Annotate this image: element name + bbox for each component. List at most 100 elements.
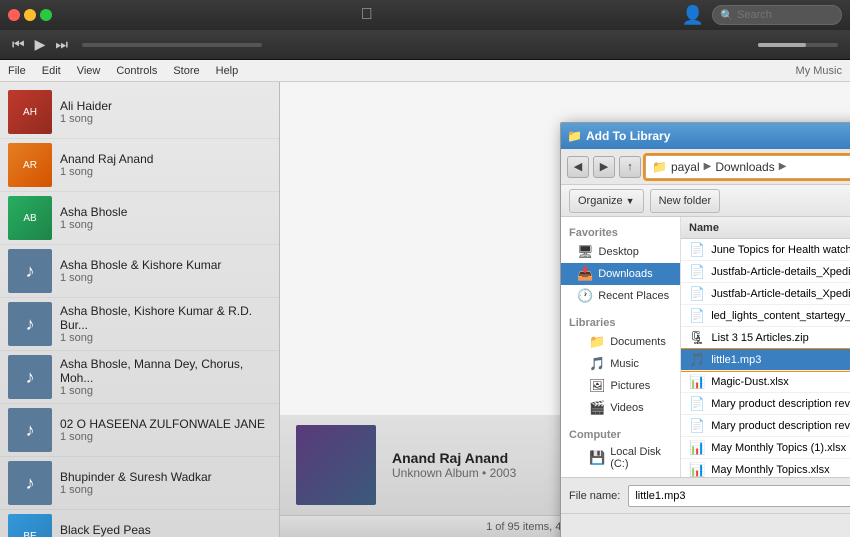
- menu-view[interactable]: View: [77, 65, 101, 77]
- close-button[interactable]: [8, 9, 20, 21]
- artist-name: Black Eyed Peas: [60, 523, 271, 537]
- artist-songs: 1 song: [60, 385, 271, 397]
- content-area: Anand Raj Anand Unknown Album • 2003 ♡ 1…: [280, 82, 850, 537]
- recent-icon: 🕐: [577, 288, 593, 304]
- play-button[interactable]: ▶: [35, 36, 46, 53]
- file-name: led_lights_content_startegy_1.x...: [711, 310, 850, 322]
- list-item[interactable]: AH Ali Haider 1 song: [0, 86, 279, 139]
- dialog-title: Add To Library: [586, 129, 850, 143]
- title-bar-center: : [58, 6, 676, 24]
- new-folder-button[interactable]: New folder: [650, 189, 721, 213]
- filename-label: File name:: [569, 490, 620, 502]
- artist-info: Asha Bhosle & Kishore Kumar 1 song: [60, 258, 271, 284]
- xls-icon: 📊: [689, 462, 705, 478]
- xls-icon: 📊: [689, 374, 705, 390]
- window-controls: [8, 9, 52, 21]
- file-item[interactable]: 📄 led_lights_content_startegy_1.x...: [681, 305, 850, 327]
- artist-thumb: AH: [8, 90, 52, 134]
- artist-thumb: BE: [8, 514, 52, 537]
- file-name: Magic-Dust.xlsx: [711, 376, 850, 388]
- action-bar: Open ▼ Cancel: [561, 513, 850, 537]
- forward-button[interactable]: ▶: [593, 156, 615, 178]
- libraries-section: Libraries 📁 Documents 🎵 Music 🖼: [561, 315, 680, 419]
- path-payal: payal: [671, 160, 700, 174]
- nav-desktop[interactable]: 🖥 Desktop: [561, 241, 680, 263]
- file-item[interactable]: 📄 Mary product description rev...(: [681, 393, 850, 415]
- file-item[interactable]: 📄 Mary product description rev...(: [681, 415, 850, 437]
- volume-slider[interactable]: [758, 43, 838, 47]
- artist-songs: 1 song: [60, 219, 271, 231]
- organize-button[interactable]: Organize ▼: [569, 189, 644, 213]
- nav-documents[interactable]: 📁 Documents: [561, 331, 680, 353]
- list-item[interactable]: AB Asha Bhosle 1 song: [0, 192, 279, 245]
- file-name: Justfab-Article-details_Xpedien...: [711, 266, 850, 278]
- nav-videos[interactable]: 🎬 Videos: [561, 397, 680, 419]
- artist-thumb: ♪: [8, 302, 52, 346]
- nav-downloads[interactable]: 📥 Downloads: [561, 263, 680, 285]
- next-button[interactable]: ⏭: [55, 36, 68, 53]
- dialog-icon: 📁: [567, 129, 582, 143]
- artist-thumb: ♪: [8, 249, 52, 293]
- back-button[interactable]: ◀: [567, 156, 589, 178]
- menu-controls[interactable]: Controls: [116, 65, 157, 77]
- file-item[interactable]: 📊 May Monthly Topics.xlsx: [681, 459, 850, 477]
- libraries-header: Libraries: [561, 315, 680, 331]
- zip-icon: 🗜: [689, 330, 706, 346]
- artist-thumb: ♪: [8, 408, 52, 452]
- artist-name: Asha Bhosle: [60, 205, 271, 219]
- file-item[interactable]: 📊 May Monthly Topics (1).xlsx: [681, 437, 850, 459]
- file-name: June Topics for Health watch -: [711, 244, 850, 256]
- documents-icon: 📁: [589, 334, 605, 350]
- name-column-header[interactable]: Name: [689, 222, 850, 234]
- list-item[interactable]: ♪ Bhupinder & Suresh Wadkar 1 song: [0, 457, 279, 510]
- prev-button[interactable]: ⏮: [12, 36, 25, 53]
- filename-input[interactable]: [628, 485, 850, 507]
- file-item[interactable]: 📊 Magic-Dust.xlsx: [681, 371, 850, 393]
- artist-info: Ali Haider 1 song: [60, 99, 271, 125]
- file-item[interactable]: 📄 Justfab-Article-details_Xpedien...: [681, 261, 850, 283]
- nav-local-disk[interactable]: 💾 Local Disk (C:): [561, 443, 680, 473]
- path-arrow2: ▶: [779, 161, 787, 172]
- menu-file[interactable]: File: [8, 65, 26, 77]
- xls-icon: 📊: [689, 440, 705, 456]
- file-item[interactable]: 🗜 List 3 15 Articles.zip: [681, 327, 850, 349]
- list-item[interactable]: ♪ Asha Bhosle, Manna Dey, Chorus, Moh...…: [0, 351, 279, 404]
- refresh-button[interactable]: ↑: [619, 156, 641, 178]
- artist-name: Bhupinder & Suresh Wadkar: [60, 470, 271, 484]
- progress-bar[interactable]: [82, 43, 262, 47]
- menu-edit[interactable]: Edit: [42, 65, 61, 77]
- file-name: Mary product description rev...(: [711, 420, 850, 432]
- desktop-icon: 🖥: [577, 244, 594, 260]
- nav-panel: Favorites 🖥 Desktop 📥 Downloads 🕐: [561, 217, 681, 477]
- menu-store[interactable]: Store: [173, 65, 199, 77]
- nav-music[interactable]: 🎵 Music: [561, 353, 680, 375]
- file-name: List 3 15 Articles.zip: [712, 332, 850, 344]
- volume-fill: [758, 43, 806, 47]
- menu-bar: File Edit View Controls Store Help My Mu…: [0, 60, 850, 82]
- file-item-selected[interactable]: 🎵 little1.mp3: [681, 349, 850, 371]
- album-art: [296, 425, 376, 505]
- maximize-button[interactable]: [40, 9, 52, 21]
- artist-name: Asha Bhosle, Manna Dey, Chorus, Moh...: [60, 357, 271, 385]
- list-item[interactable]: ♪ Asha Bhosle, Kishore Kumar & R.D. Bur.…: [0, 298, 279, 351]
- artist-info: Bhupinder & Suresh Wadkar 1 song: [60, 470, 271, 496]
- artist-info: 02 O HASEENA ZULFONWALE JANE 1 song: [60, 417, 271, 443]
- minimize-button[interactable]: [24, 9, 36, 21]
- file-item[interactable]: 📄 Justfab-Article-details_Xpedien...: [681, 283, 850, 305]
- file-item[interactable]: 📄 June Topics for Health watch -: [681, 239, 850, 261]
- artist-songs: 1 song: [60, 113, 271, 125]
- artist-list: AH Ali Haider 1 song AR Anand Raj Anand …: [0, 82, 279, 537]
- menu-help[interactable]: Help: [216, 65, 239, 77]
- list-item[interactable]: ♪ 02 O HASEENA ZULFONWALE JANE 1 song: [0, 404, 279, 457]
- artist-songs: 1 song: [60, 431, 271, 443]
- address-path[interactable]: 📁 payal ▶ Downloads ▶: [645, 155, 850, 179]
- file-name: Mary product description rev...(: [711, 398, 850, 410]
- nav-pictures[interactable]: 🖼 Pictures: [561, 375, 680, 397]
- list-item[interactable]: ♪ Asha Bhosle & Kishore Kumar 1 song: [0, 245, 279, 298]
- list-item[interactable]: BE Black Eyed Peas 1 song: [0, 510, 279, 537]
- nav-system-reserved[interactable]: 💾 System Reserved: [561, 473, 680, 477]
- nav-recent-places[interactable]: 🕐 Recent Places: [561, 285, 680, 307]
- videos-icon: 🎬: [589, 400, 605, 416]
- pictures-icon: 🖼: [589, 378, 606, 394]
- list-item[interactable]: AR Anand Raj Anand 1 song: [0, 139, 279, 192]
